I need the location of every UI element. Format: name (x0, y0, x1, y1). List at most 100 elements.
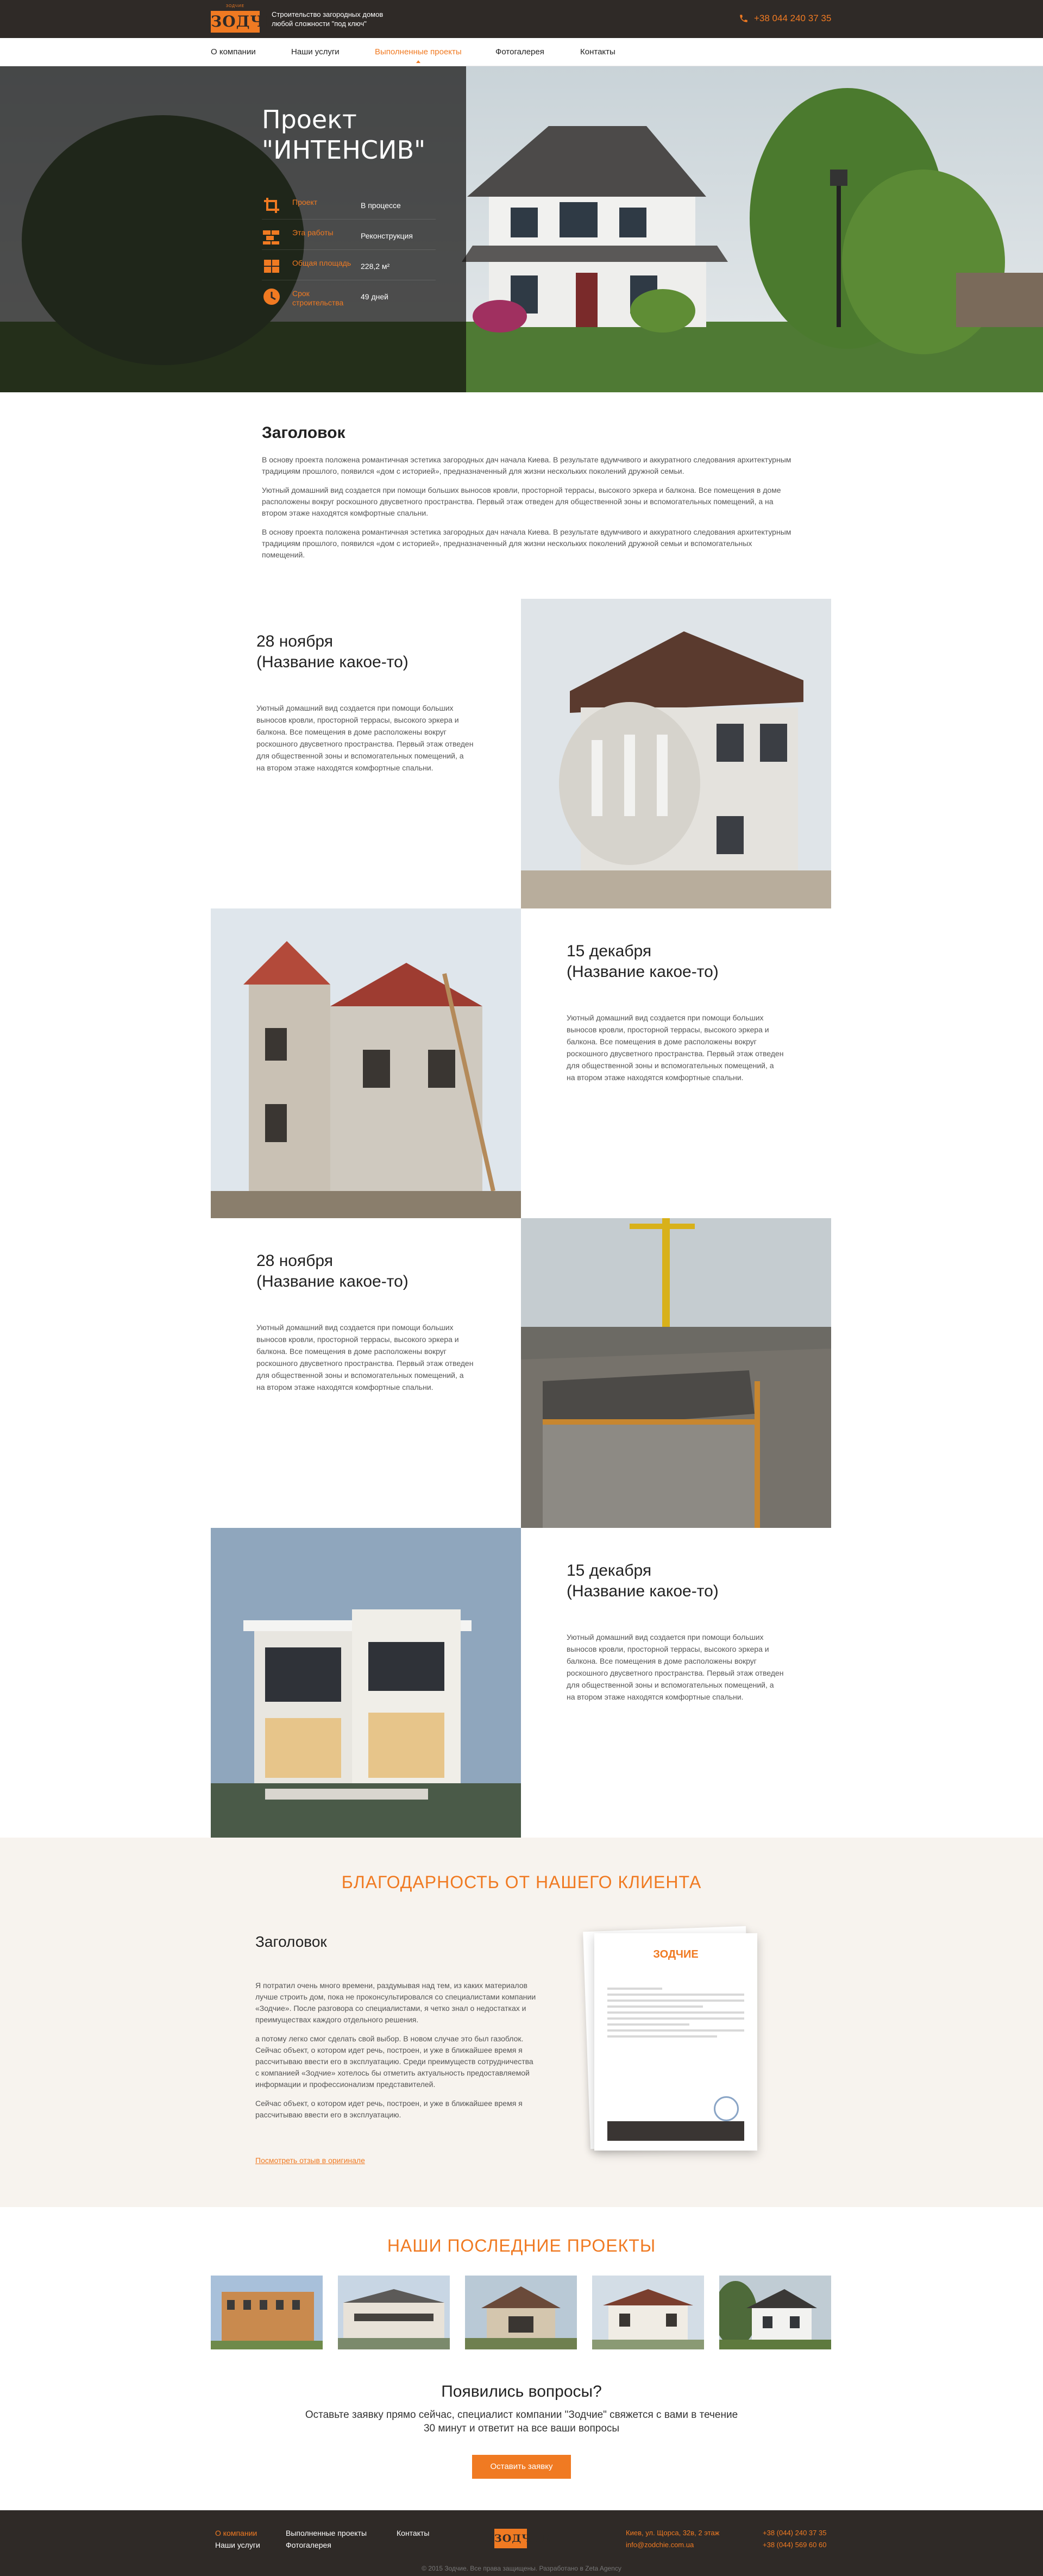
stat-value: 228,2 м² (361, 262, 390, 271)
construction-photo (521, 1218, 831, 1528)
submit-request-button[interactable]: Оставить заявку (472, 2455, 571, 2479)
hero-section: Проект "ИНТЕНСИВ" Проект В процессе Эта … (0, 66, 1043, 392)
footer-link-about[interactable]: О компании (215, 2529, 257, 2537)
phone-icon (740, 15, 747, 22)
letter-line (607, 1994, 744, 1996)
stat-value: В процессе (361, 201, 401, 210)
area-icon (264, 260, 279, 273)
timeline-name: (Название какое-то) (256, 653, 409, 671)
project-thumbnail[interactable] (592, 2276, 704, 2349)
latest-projects-title: НАШИ ПОСЛЕДНИЕ ПРОЕКТЫ (387, 2236, 656, 2255)
letter-decoration (607, 1961, 744, 1966)
intro-paragraph: В основу проекта положена романтичная эс… (262, 455, 791, 475)
thank-you-letter-image[interactable]: ЗОДЧИЕ (583, 1926, 761, 2157)
footer-link-contacts[interactable]: Контакты (397, 2529, 429, 2537)
footer-phone-2[interactable]: +38 (044) 569 60 60 (763, 2541, 826, 2549)
stat-label: Эта работы (292, 228, 334, 237)
header-phone[interactable]: +38 044 240 37 35 (739, 11, 831, 26)
footer-phone-1[interactable]: +38 (044) 240 37 35 (763, 2529, 826, 2537)
letter-line (607, 2035, 717, 2038)
testimonial-heading: Заголовок (255, 1933, 327, 1950)
letter-line (607, 2029, 744, 2032)
project-title: Проект "ИНТЕНСИВ" (262, 104, 447, 165)
logo-crown-text: ЗОДЧИЕ (225, 4, 245, 8)
project-thumbnail[interactable] (465, 2276, 577, 2349)
top-header: ЗОДЧИЕ ЗОДЧИЕ Строительство загородных д… (0, 0, 1043, 38)
footer-link-services[interactable]: Наши услуги (215, 2541, 260, 2549)
timeline-body: Уютный домашний вид создается при помощи… (256, 704, 474, 772)
project-title-line1: Проект (262, 105, 357, 134)
intro-section: Заголовок В основу проекта положена рома… (262, 424, 794, 568)
house-photo (211, 1528, 521, 1838)
stat-label: Проект (292, 198, 318, 206)
timeline-text: 28 ноября (Название какое-то) Уютный дом… (211, 599, 521, 908)
letter-line (607, 2005, 703, 2008)
stat-area: Общая площадь 228,2 м² (262, 252, 436, 280)
project-thumbnail[interactable] (211, 2276, 323, 2349)
timeline-date: 15 декабря (567, 1562, 652, 1580)
timeline-name: (Название какое-то) (567, 963, 719, 981)
timeline-title: 28 ноября (Название какое-то) (256, 1251, 485, 1292)
phone-number: +38 044 240 37 35 (754, 13, 832, 23)
stat-label: Срок строительства (292, 289, 344, 307)
letter-line (607, 2023, 690, 2026)
letter-line (607, 2000, 744, 2002)
letter-line (607, 1988, 662, 1990)
nav-gallery[interactable]: Фотогалерея (495, 38, 544, 66)
footer-link-gallery[interactable]: Фотогалерея (286, 2541, 331, 2549)
view-original-review-link[interactable]: Посмотреть отзыв в оригинале (255, 2156, 365, 2165)
cta-title: Появились вопросы? (441, 2383, 602, 2400)
footer-email[interactable]: info@zodchie.com.ua (626, 2541, 694, 2549)
footer-logo-word: ЗОДЧИЕ (494, 2529, 550, 2548)
main-nav: О компании Наши услуги Выполненные проек… (0, 38, 1043, 66)
timeline-date: 28 ноября (256, 1252, 333, 1270)
timeline-text: 15 декабря (Название какое-то) Уютный до… (521, 908, 831, 1218)
timeline-title: 15 декабря (Название какое-то) (567, 1560, 795, 1602)
header-tagline: Строительство загородных домов любой сло… (272, 10, 384, 28)
bricks-icon (263, 230, 279, 245)
timeline-item: 28 ноября (Название какое-то) Уютный дом… (211, 599, 831, 908)
timeline-title: 28 ноября (Название какое-то) (256, 631, 485, 673)
construction-photo (521, 599, 831, 908)
timeline-body: Уютный домашний вид создается при помощи… (567, 1013, 784, 1082)
testimonial-paragraph: а потому легко смог сделать свой выбор. … (255, 2034, 533, 2089)
timeline-item: 15 декабря (Название какое-то) Уютный до… (211, 1528, 831, 1838)
stamp-icon (714, 2096, 739, 2121)
stat-value: 49 дней (361, 292, 388, 301)
letter-line (607, 2017, 744, 2020)
intro-paragraph: В основу проекта положена романтичная эс… (262, 528, 791, 559)
logo-word: ЗОДЧИЕ (211, 11, 291, 33)
timeline-title: 15 декабря (Название какое-то) (567, 941, 795, 982)
footer-address: Киев, ул. Щорса, 32в, 2 этаж (626, 2529, 720, 2537)
project-thumbnail[interactable] (719, 2276, 831, 2349)
timeline-name: (Название какое-то) (256, 1273, 409, 1290)
letter-front-sheet: ЗОДЧИЕ (594, 1933, 757, 2151)
testimonial-body: Я потратил очень много времени, раздумыв… (255, 1980, 538, 2128)
nav-projects[interactable]: Выполненные проекты (375, 38, 462, 66)
project-thumbnail[interactable] (338, 2276, 450, 2349)
nav-contacts[interactable]: Контакты (580, 38, 615, 66)
stat-status: Проект В процессе (262, 191, 436, 220)
footer-logo[interactable]: ЗОДЧИЕ (494, 2523, 550, 2553)
footer-copyright: © 2015 Зодчие. Все права защищены. Разра… (422, 2565, 621, 2572)
site-logo[interactable]: ЗОДЧИЕ ЗОДЧИЕ (211, 4, 291, 34)
testimonial-section-title: БЛАГОДАРНОСТЬ ОТ НАШЕГО КЛИЕНТА (341, 1872, 702, 1892)
intro-paragraph: Уютный домашний вид создается при помощи… (262, 486, 781, 517)
stat-value: Реконструкция (361, 231, 413, 240)
timeline-name: (Название какое-то) (567, 1582, 719, 1600)
testimonial-paragraph: Сейчас объект, о котором идет речь, пост… (255, 2099, 523, 2119)
letter-line (607, 2011, 744, 2014)
nav-about[interactable]: О компании (211, 38, 256, 66)
timeline-date: 15 декабря (567, 942, 652, 960)
testimonial-paragraph: Я потратил очень много времени, раздумыв… (255, 1981, 536, 2024)
timeline-date: 28 ноября (256, 632, 333, 650)
letter-footer (607, 2121, 744, 2141)
stat-label: Общая площадь (292, 259, 351, 267)
site-footer: О компании Наши услуги Выполненные проек… (0, 2510, 1043, 2576)
cta-text: Оставьте заявку прямо сейчас, специалист… (305, 2409, 738, 2434)
testimonial-section: БЛАГОДАРНОСТЬ ОТ НАШЕГО КЛИЕНТА Заголово… (0, 1838, 1043, 2207)
footer-link-projects[interactable]: Выполненные проекты (286, 2529, 367, 2537)
timeline-body: Уютный домашний вид создается при помощи… (256, 1323, 474, 1392)
nav-services[interactable]: Наши услуги (291, 38, 340, 66)
timeline-body: Уютный домашний вид создается при помощи… (567, 1633, 784, 1701)
